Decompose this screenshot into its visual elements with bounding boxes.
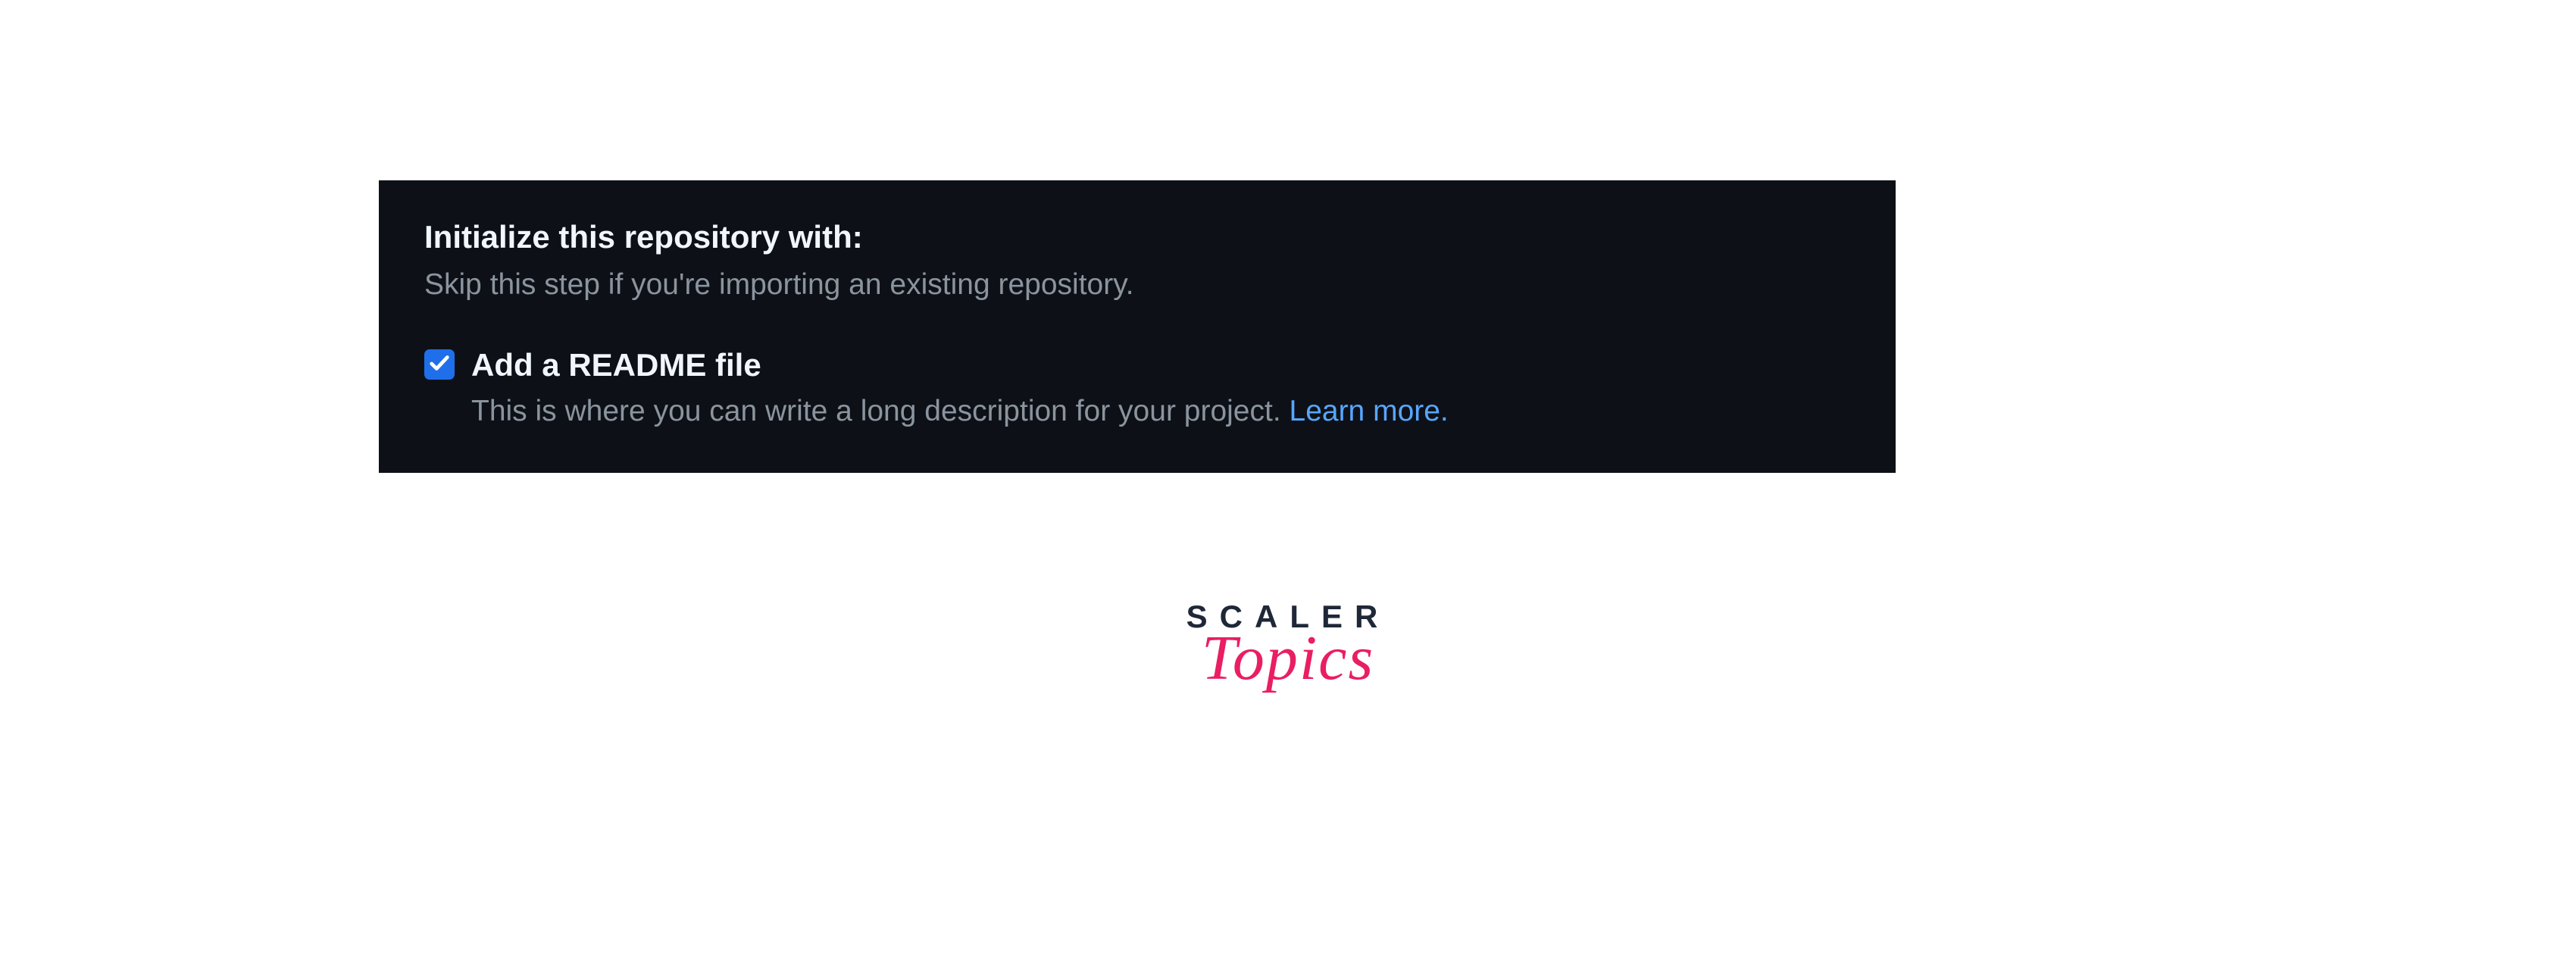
learn-more-link[interactable]: Learn more. <box>1290 395 1449 427</box>
section-subtitle: Skip this step if you're importing an ex… <box>424 264 1850 306</box>
section-title: Initialize this repository with: <box>424 217 1850 258</box>
initialize-repository-panel: Initialize this repository with: Skip th… <box>379 180 1896 473</box>
checkmark-icon <box>428 352 451 378</box>
logo-text-topics: Topics <box>1186 621 1390 695</box>
readme-option-row: Add a README file This is where you can … <box>424 345 1850 433</box>
readme-description-text: This is where you can write a long descr… <box>471 395 1290 427</box>
readme-label[interactable]: Add a README file <box>471 345 1449 386</box>
readme-description: This is where you can write a long descr… <box>471 389 1449 434</box>
scaler-topics-logo: SCALER Topics <box>1186 599 1390 695</box>
readme-content: Add a README file This is where you can … <box>471 345 1449 433</box>
readme-checkbox[interactable] <box>424 349 455 380</box>
